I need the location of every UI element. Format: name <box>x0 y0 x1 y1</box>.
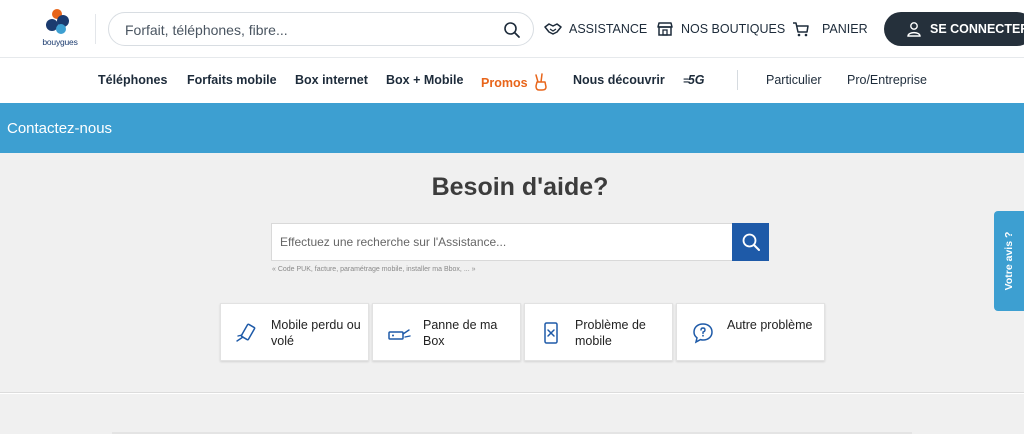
help-search <box>271 223 769 261</box>
nav-item-pro[interactable]: Pro/Entreprise <box>847 73 927 87</box>
header-search <box>108 12 534 46</box>
help-title: Besoin d'aide? <box>431 173 609 201</box>
header-search-input[interactable] <box>125 21 485 39</box>
nav-item-promos[interactable]: Promos <box>481 73 548 91</box>
box-icon <box>388 329 411 340</box>
card-autre-probleme[interactable]: Autre problème <box>676 303 825 361</box>
nav-divider <box>737 70 738 90</box>
logo-text: bouygues <box>42 37 78 47</box>
page-title: Contactez-nous <box>7 120 113 137</box>
card-mobile-perdu[interactable]: Mobile perdu ou volé <box>220 303 369 361</box>
help-search-button[interactable] <box>732 223 769 261</box>
boutiques-label: NOS BOUTIQUES <box>681 22 786 36</box>
logo-mark-icon <box>46 9 69 34</box>
assistance-link[interactable]: ASSISTANCE <box>544 18 647 40</box>
card-probleme-mobile[interactable]: Problème de mobile <box>524 303 673 361</box>
card-label: Panne de ma Box <box>423 318 498 348</box>
peace-hand-icon <box>535 73 547 91</box>
feedback-tab[interactable]: Votre avis ? <box>994 211 1024 311</box>
search-icon[interactable] <box>503 21 521 39</box>
page-banner: Contactez-nous <box>0 103 1024 153</box>
nav-item-decouvrir[interactable]: Nous découvrir <box>573 73 665 87</box>
user-icon <box>907 22 921 37</box>
nav-item-telephones[interactable]: Téléphones <box>98 73 167 87</box>
panier-link[interactable]: PANIER <box>792 18 868 40</box>
main-nav: Téléphones Forfaits mobile Box internet … <box>0 58 1024 102</box>
nav-item-particulier[interactable]: Particulier <box>766 73 822 87</box>
nav-item-forfaits[interactable]: Forfaits mobile <box>187 73 277 87</box>
card-label: Problème de mobile <box>575 318 646 348</box>
card-label: Mobile perdu ou volé <box>271 318 361 348</box>
help-search-hint: « Code PUK, facture, paramétrage mobile,… <box>272 266 476 273</box>
broken-phone-icon <box>544 322 558 344</box>
nav-item-5g-label: 5G <box>687 73 705 87</box>
card-panne-box[interactable]: Panne de ma Box <box>372 303 521 361</box>
cart-icon <box>793 22 809 37</box>
lost-phone-icon <box>236 323 256 342</box>
nav-item-5g[interactable]: =5G <box>683 73 705 87</box>
question-bubble-icon <box>693 323 713 344</box>
help-search-input[interactable] <box>271 223 733 261</box>
help-section: Besoin d'aide? « Code PUK, facture, para… <box>0 153 1024 393</box>
panier-label: PANIER <box>822 22 868 36</box>
boutiques-link[interactable]: NOS BOUTIQUES <box>656 18 785 40</box>
handshake-icon <box>544 23 562 35</box>
top-header: bouygues ASSISTANCE NOS BOUTIQUES PANIER <box>0 0 1024 58</box>
connect-label: SE CONNECTER <box>930 22 1024 36</box>
connect-button[interactable]: SE CONNECTER <box>884 12 1024 46</box>
nav-item-promos-label: Promos <box>481 76 528 90</box>
card-label: Autre problème <box>727 318 813 332</box>
bouygues-logo[interactable]: bouygues <box>30 9 90 49</box>
search-icon <box>742 233 760 251</box>
store-icon <box>657 22 673 36</box>
lower-section <box>0 394 1024 434</box>
nav-item-box-internet[interactable]: Box internet <box>295 73 368 87</box>
nav-item-box-mobile[interactable]: Box + Mobile <box>386 73 463 87</box>
assistance-label: ASSISTANCE <box>569 22 648 36</box>
logo-divider <box>95 14 96 44</box>
feedback-label: Votre avis ? <box>1003 231 1015 291</box>
